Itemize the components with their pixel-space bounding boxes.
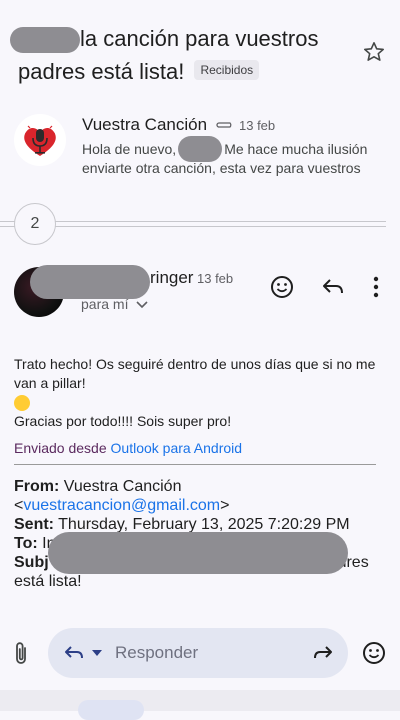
body-text: Gracias por todo!!!! Sois super pro! — [14, 413, 232, 429]
nav-mail-tab[interactable] — [78, 700, 144, 720]
message-date: 13 feb — [197, 271, 234, 286]
signature: Enviado desde Outlook para Android — [14, 440, 242, 456]
body-text: Trato hecho! Os seguiré dentro de unos d… — [14, 356, 376, 391]
signature-text: Enviado desde — [14, 440, 111, 456]
sent-label: Sent: — [14, 516, 54, 533]
reply-composer[interactable]: Responder — [48, 628, 348, 678]
recipient-details[interactable]: para mí — [81, 296, 148, 312]
sent-value: Thursday, February 13, 2025 7:20:29 PM — [58, 516, 350, 533]
redacted-block — [48, 532, 348, 574]
more-vert-icon[interactable] — [363, 274, 389, 300]
message-date: 13 feb — [239, 118, 276, 133]
from-label: From: — [14, 478, 60, 495]
star-icon[interactable] — [362, 40, 386, 64]
recipient-label: para mí — [81, 296, 129, 312]
from-email-link[interactable]: vuestracancion@gmail.com — [23, 497, 220, 514]
attachment-icon[interactable] — [10, 641, 32, 667]
laughing-emoji-icon — [14, 395, 30, 412]
bottom-navigation — [0, 690, 400, 711]
heart-microphone-logo-icon — [24, 125, 56, 156]
collapsed-messages-count[interactable]: 2 — [14, 203, 56, 245]
collapsed-divider — [0, 226, 386, 227]
subject-label: Subj — [14, 554, 49, 571]
forward-icon[interactable] — [312, 642, 334, 664]
divider — [14, 464, 376, 465]
redacted-block — [10, 27, 80, 53]
sender-name[interactable]: ringer — [150, 268, 193, 288]
sender-avatar[interactable] — [14, 114, 66, 166]
redacted-block — [30, 265, 150, 299]
message-snippet[interactable]: Hola de nuevo, Me hace mucha ilusión envi… — [82, 140, 392, 178]
snippet-text: Hola de nuevo, — [82, 141, 177, 157]
to-label: To: — [14, 535, 38, 552]
emoji-icon[interactable] — [269, 274, 295, 300]
chevron-down-icon[interactable] — [92, 650, 102, 656]
sender-name[interactable]: Vuestra Canción — [82, 115, 207, 135]
signature-link[interactable]: Outlook para Android — [111, 440, 243, 456]
message-body: Trato hecho! Os seguiré dentro de unos d… — [14, 355, 386, 431]
chevron-down-icon — [136, 301, 148, 309]
emoji-icon[interactable] — [361, 640, 387, 666]
subject-value-line2: está lista! — [14, 573, 82, 590]
reply-icon[interactable] — [63, 642, 85, 664]
reply-icon[interactable] — [320, 274, 346, 300]
from-name: Vuestra Canción — [63, 478, 182, 495]
attachment-icon — [216, 122, 232, 128]
redacted-block — [178, 136, 222, 162]
label-badge[interactable]: Recibidos — [194, 60, 260, 81]
collapsed-divider — [0, 221, 386, 222]
reply-placeholder[interactable]: Responder — [115, 643, 198, 663]
